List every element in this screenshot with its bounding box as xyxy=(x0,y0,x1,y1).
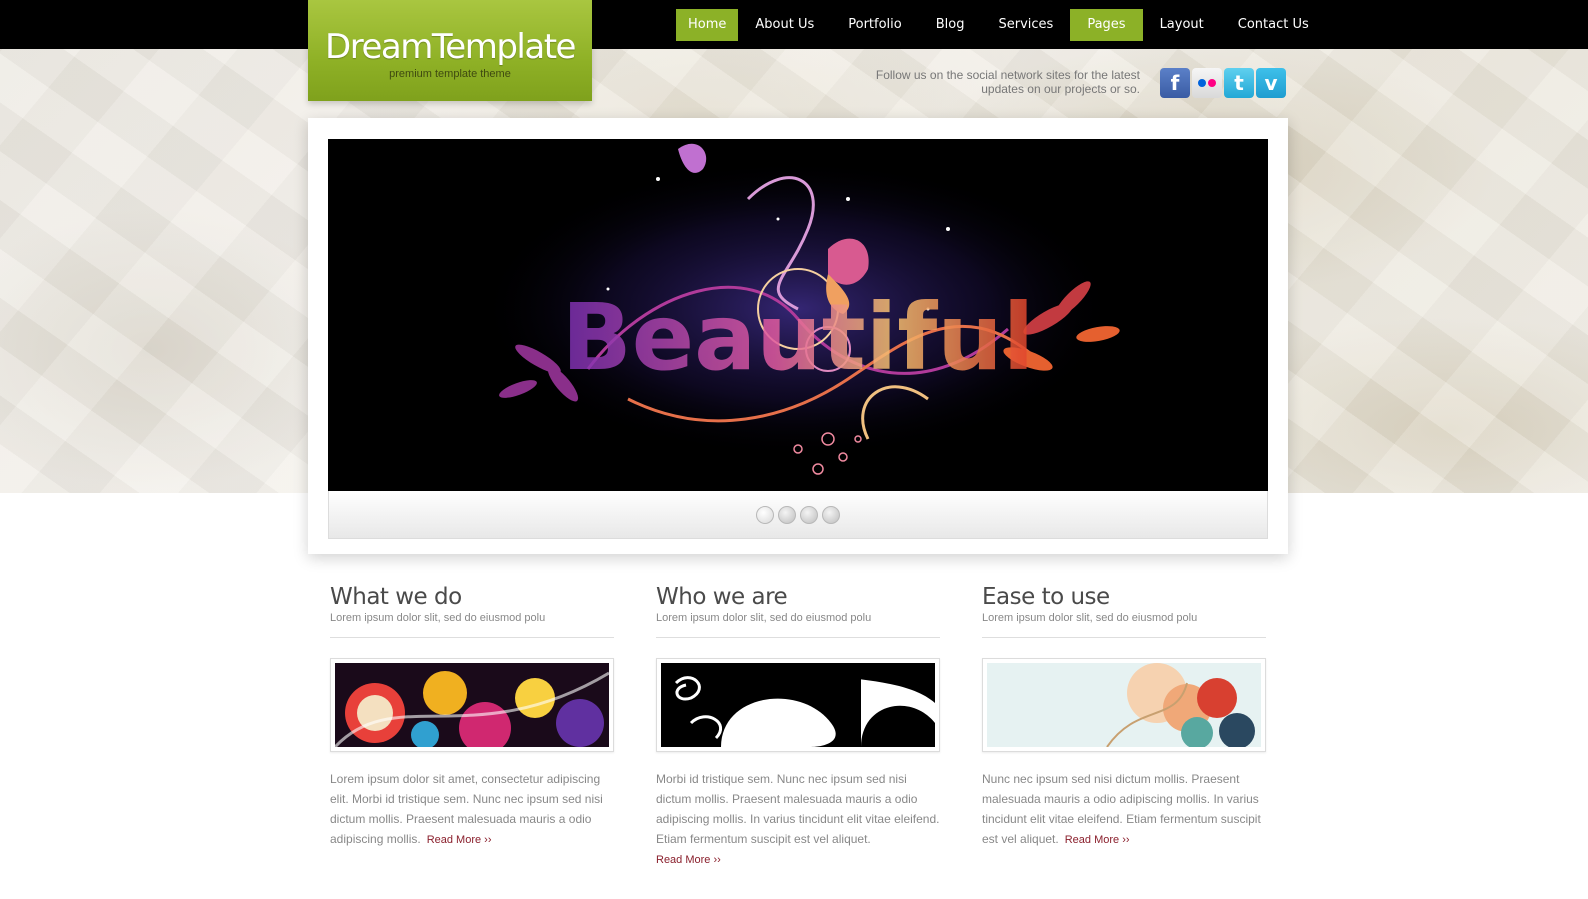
twitter-icon[interactable]: t xyxy=(1224,68,1254,98)
feature-title: Ease to use xyxy=(982,584,1110,610)
feature-thumbnail[interactable] xyxy=(330,658,614,752)
feature-subtitle: Lorem ipsum dolor slit, sed do eiusmod p… xyxy=(982,612,1198,624)
vimeo-icon[interactable]: v xyxy=(1256,68,1286,98)
feature-subtitle: Lorem ipsum dolor slit, sed do eiusmod p… xyxy=(656,612,872,624)
nav-item-home[interactable]: Home xyxy=(676,9,739,41)
feature-text: Morbi id tristique sem. Nunc nec ipsum s… xyxy=(656,772,940,846)
logo-title: DreamTemplate xyxy=(325,27,576,67)
facebook-icon[interactable]: f xyxy=(1160,68,1190,98)
nav-item-contact-us[interactable]: Contact Us xyxy=(1221,9,1326,41)
slide-title: Beautiful xyxy=(562,284,1035,391)
flickr-icon[interactable] xyxy=(1192,68,1222,98)
feature-thumbnail[interactable] xyxy=(656,658,940,752)
thumbnail-art-colorful xyxy=(335,663,609,747)
pager-dot-2[interactable] xyxy=(778,505,796,524)
main-nav: Home About Us Portfolio Blog Services Pa… xyxy=(676,9,1326,41)
feature-title: What we do xyxy=(330,584,462,610)
social-text-line1: Follow us on the social network sites fo… xyxy=(875,68,1140,82)
divider xyxy=(330,637,614,638)
nav-item-layout[interactable]: Layout xyxy=(1143,9,1221,41)
slider-pager xyxy=(328,491,1268,539)
nav-item-blog[interactable]: Blog xyxy=(919,9,982,41)
logo[interactable]: DreamTemplate premium template theme xyxy=(308,0,592,101)
divider xyxy=(656,637,940,638)
nav-item-portfolio[interactable]: Portfolio xyxy=(831,9,918,41)
read-more-link[interactable]: Read More ›› xyxy=(427,834,492,846)
read-more-link[interactable]: Read More ›› xyxy=(656,854,721,866)
read-more-link[interactable]: Read More ›› xyxy=(1065,834,1130,846)
feature-title: Who we are xyxy=(656,584,788,610)
pager-dot-1[interactable] xyxy=(756,505,774,524)
social-icons: f t v xyxy=(1160,68,1286,98)
slide-artwork: Beautiful xyxy=(328,139,1268,491)
nav-item-pages[interactable]: Pages xyxy=(1070,9,1143,41)
social-follow-text: Follow us on the social network sites fo… xyxy=(838,68,1140,96)
nav-item-about-us[interactable]: About Us xyxy=(738,9,831,41)
feature-body: Morbi id tristique sem. Nunc nec ipsum s… xyxy=(656,769,940,870)
feature-ease-to-use: Ease to use Lorem ipsum dolor slit, sed … xyxy=(982,583,1266,850)
nav-item-services[interactable]: Services xyxy=(981,9,1070,41)
feature-what-we-do: What we do Lorem ipsum dolor slit, sed d… xyxy=(330,583,614,850)
feature-thumbnail[interactable] xyxy=(982,658,1266,752)
divider xyxy=(982,637,1266,638)
thumbnail-art-swirls xyxy=(661,663,935,747)
feature-who-we-are: Who we are Lorem ipsum dolor slit, sed d… xyxy=(656,583,940,870)
feature-subtitle: Lorem ipsum dolor slit, sed do eiusmod p… xyxy=(330,612,546,624)
slide-image[interactable]: Beautiful xyxy=(328,139,1268,491)
logo-subtitle: premium template theme xyxy=(389,68,511,80)
pager-dot-3[interactable] xyxy=(800,505,818,524)
pager-dot-4[interactable] xyxy=(822,505,840,524)
thumbnail-art-floral xyxy=(987,663,1261,747)
social-text-line2: updates on our projects or so. xyxy=(981,82,1140,96)
slider: Beautiful xyxy=(308,118,1288,554)
feature-body: Nunc nec ipsum sed nisi dictum mollis. P… xyxy=(982,769,1266,850)
feature-body: Lorem ipsum dolor sit amet, consectetur … xyxy=(330,769,614,850)
